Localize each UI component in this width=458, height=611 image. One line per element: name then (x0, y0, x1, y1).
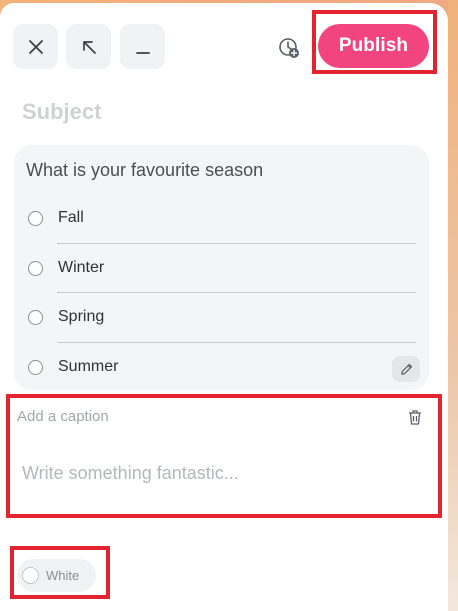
option-label: Spring (58, 308, 105, 325)
poll-option-2[interactable]: Winter (14, 248, 429, 288)
minimize-icon (135, 51, 150, 54)
minimize-button[interactable] (120, 24, 165, 69)
highlight-caption (6, 394, 442, 518)
poll-option-3[interactable]: Spring (14, 297, 429, 337)
option-label: Fall (58, 209, 84, 226)
pencil-icon (400, 363, 412, 375)
edit-poll-button[interactable] (392, 356, 420, 382)
close-button[interactable] (13, 24, 58, 69)
close-icon (28, 39, 43, 54)
option-label: Summer (58, 358, 119, 375)
highlight-publish (312, 10, 437, 74)
radio-button[interactable] (28, 261, 43, 276)
poll-question[interactable]: What is your favourite season (26, 160, 263, 181)
highlight-color-option (10, 546, 110, 599)
radio-button[interactable] (28, 360, 43, 375)
radio-button[interactable] (28, 211, 43, 226)
app-stage: Publish Subject What is your favourite s… (0, 0, 458, 611)
expand-button[interactable] (66, 24, 111, 69)
composer-panel: Publish Subject What is your favourite s… (0, 3, 448, 611)
background-edge (448, 0, 458, 611)
option-divider (57, 342, 416, 343)
poll-option-4[interactable]: Summer (14, 347, 429, 387)
schedule-button[interactable] (277, 36, 301, 60)
option-divider (57, 243, 416, 244)
option-label: Winter (58, 259, 105, 276)
subject-field[interactable]: Subject (22, 99, 101, 125)
poll-card: What is your favourite season Fall Winte… (14, 145, 429, 390)
radio-button[interactable] (28, 310, 43, 325)
schedule-icon (279, 38, 299, 58)
arrow-up-left-icon (82, 40, 96, 54)
option-divider (57, 292, 416, 293)
poll-option-1[interactable]: Fall (14, 198, 429, 238)
